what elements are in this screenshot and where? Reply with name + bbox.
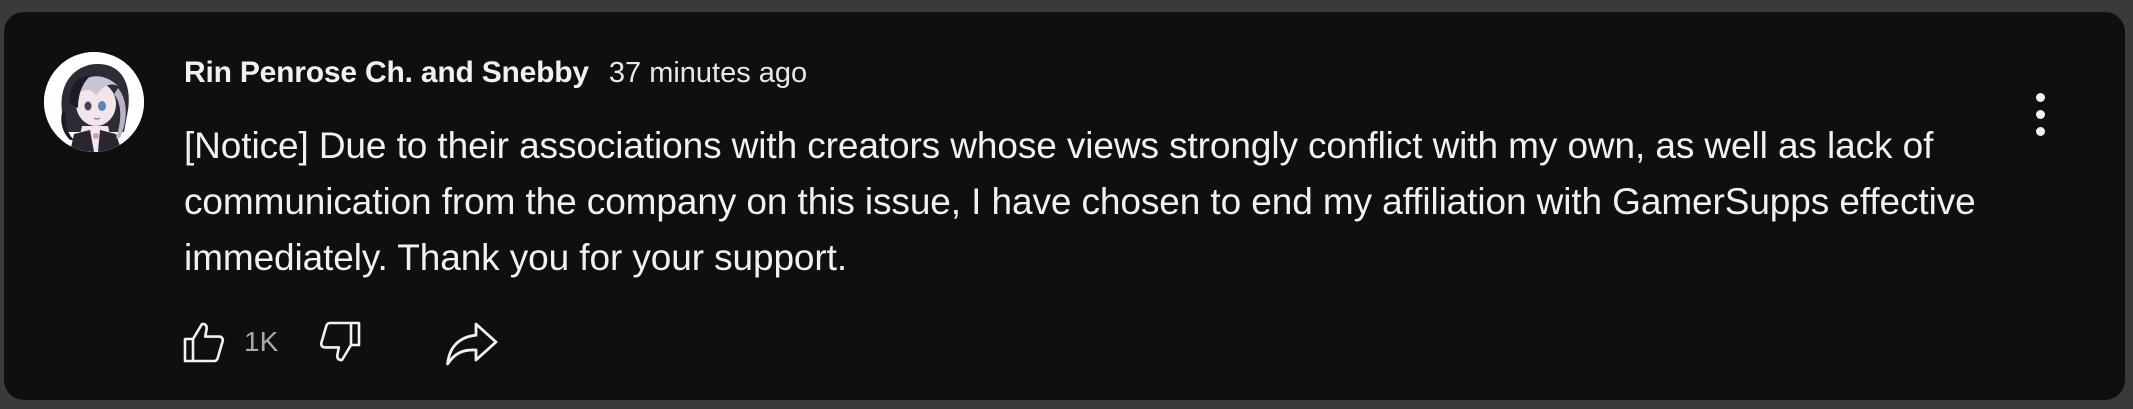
share-arrow-icon bbox=[446, 322, 498, 366]
comment-timestamp[interactable]: 37 minutes ago bbox=[609, 57, 807, 90]
more-actions-button[interactable] bbox=[2020, 84, 2060, 144]
vertical-ellipsis-icon bbox=[2035, 92, 2045, 102]
vertical-ellipsis-icon bbox=[2035, 126, 2045, 136]
avatar-image bbox=[44, 52, 144, 152]
share-button[interactable] bbox=[444, 318, 500, 368]
dislike-button[interactable] bbox=[316, 318, 364, 366]
comment-header: Rin Penrose Ch. and Snebby 37 minutes ag… bbox=[184, 56, 807, 90]
comment-card: Rin Penrose Ch. and Snebby 37 minutes ag… bbox=[2, 10, 2127, 402]
author-name[interactable]: Rin Penrose Ch. and Snebby bbox=[184, 56, 589, 90]
like-button[interactable] bbox=[180, 318, 228, 366]
vertical-ellipsis-icon bbox=[2035, 109, 2045, 119]
avatar[interactable] bbox=[44, 52, 144, 152]
like-count: 1K bbox=[244, 326, 279, 357]
comment-text: [Notice] Due to their associations with … bbox=[184, 125, 1976, 278]
thumbs-down-icon bbox=[319, 321, 361, 362]
thumbs-up-icon bbox=[183, 322, 225, 363]
